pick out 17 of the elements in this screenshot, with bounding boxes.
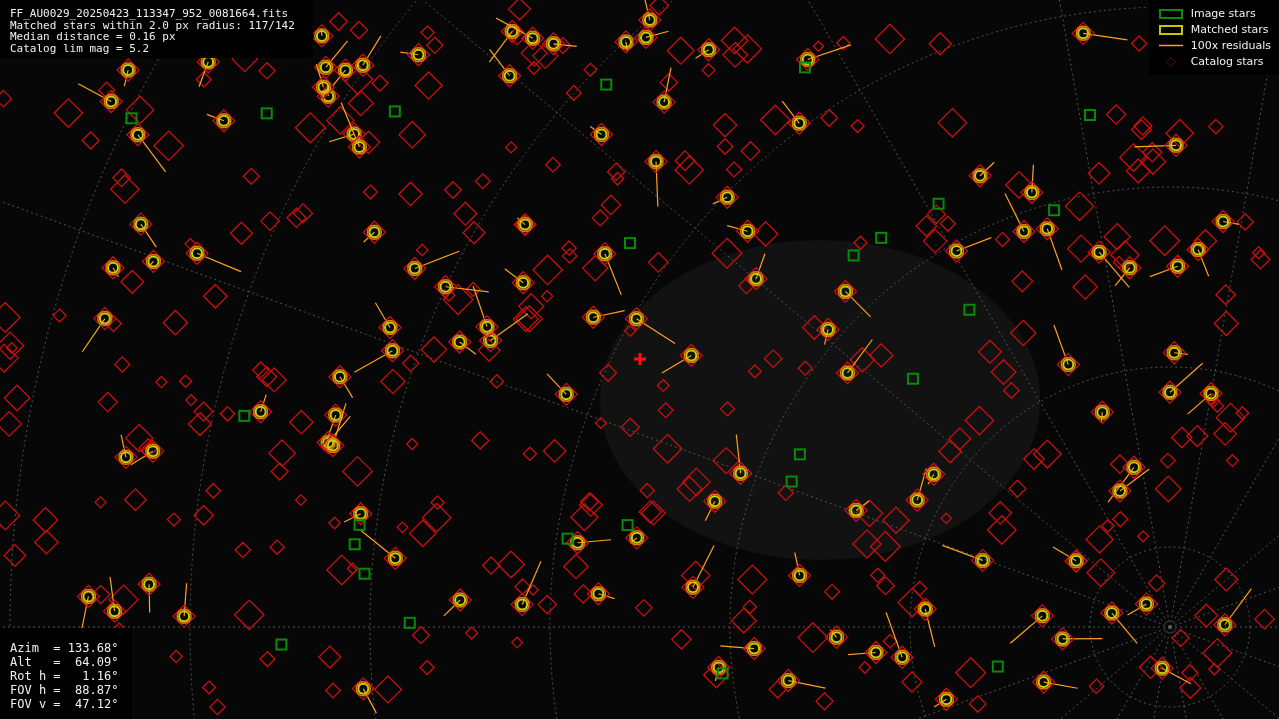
legend-label: 100x residuals <box>1190 38 1271 53</box>
info-text: FF_AU0029_20250423_113347_952_0081664.fits <box>10 8 290 20</box>
info-text: Catalog lim mag = 5.2 <box>10 42 151 54</box>
info-text: Median distance = 0.16 px <box>10 31 176 43</box>
image-star-marker-icon <box>1158 8 1183 19</box>
diamond-icon <box>1165 56 1176 67</box>
legend-label: Matched stars <box>1190 22 1269 37</box>
pointing-text: Alt = 64.09° <box>10 655 119 669</box>
matched-star-marker-icon <box>1158 24 1183 35</box>
pointing-text: Rot h = 1.16° <box>10 669 119 683</box>
residual-line-icon <box>1158 44 1183 47</box>
pointing-text: FOV h = 88.87° <box>10 683 119 697</box>
legend-label: Catalog stars <box>1190 54 1264 69</box>
pointing-text: FOV v = 47.12° <box>10 697 119 711</box>
legend-label: Image stars <box>1190 6 1256 21</box>
pointing-text: Azim = 133.68° <box>10 641 119 655</box>
info-text: Matched stars within 2.0 px radius: 117/142 <box>10 19 295 31</box>
